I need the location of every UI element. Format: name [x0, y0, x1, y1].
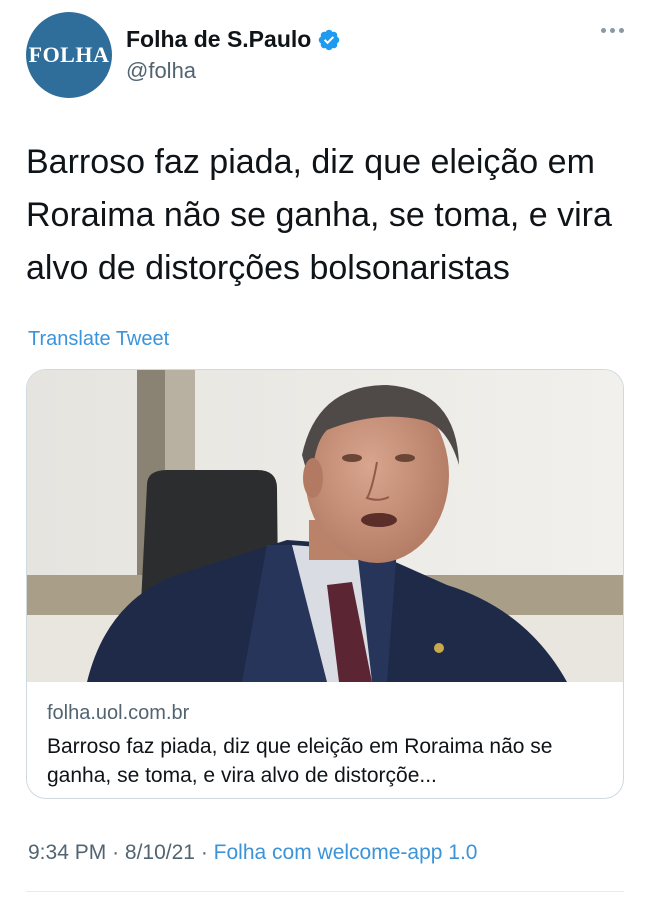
more-options-icon[interactable]	[601, 28, 624, 33]
divider	[26, 891, 624, 892]
avatar[interactable]: FOLHA	[26, 12, 112, 98]
tweet-time[interactable]: 9:34 PM	[28, 841, 106, 864]
source-app-link[interactable]: Folha com welcome-app 1.0	[214, 841, 478, 864]
meta-separator: ·	[112, 841, 120, 864]
tweet-date[interactable]: 8/10/21	[125, 841, 195, 864]
card-domain: folha.uol.com.br	[47, 702, 190, 724]
tweet-text: Barroso faz piada, diz que eleição em Ro…	[26, 143, 612, 287]
card-image	[27, 370, 623, 682]
author-name-row: Folha de S.Paulo	[126, 26, 341, 53]
translate-tweet-link[interactable]: Translate Tweet	[28, 328, 169, 351]
tweet-metadata: 9:34 PM · 8/10/21 · Folha com welcome-ap…	[28, 841, 477, 865]
author-display-name[interactable]: Folha de S.Paulo	[126, 26, 311, 53]
link-preview-card[interactable]: folha.uol.com.br Barroso faz piada, diz …	[26, 369, 624, 799]
tweet-header: FOLHA Folha de S.Paulo @folha	[0, 0, 650, 110]
meta-separator: ·	[200, 841, 208, 864]
card-title: Barroso faz piada, diz que eleição em Ro…	[47, 735, 553, 787]
author-handle[interactable]: @folha	[126, 58, 196, 84]
avatar-logo-text: FOLHA	[28, 42, 110, 67]
card-body: folha.uol.com.br Barroso faz piada, diz …	[47, 700, 607, 790]
verified-badge-icon	[319, 29, 340, 50]
